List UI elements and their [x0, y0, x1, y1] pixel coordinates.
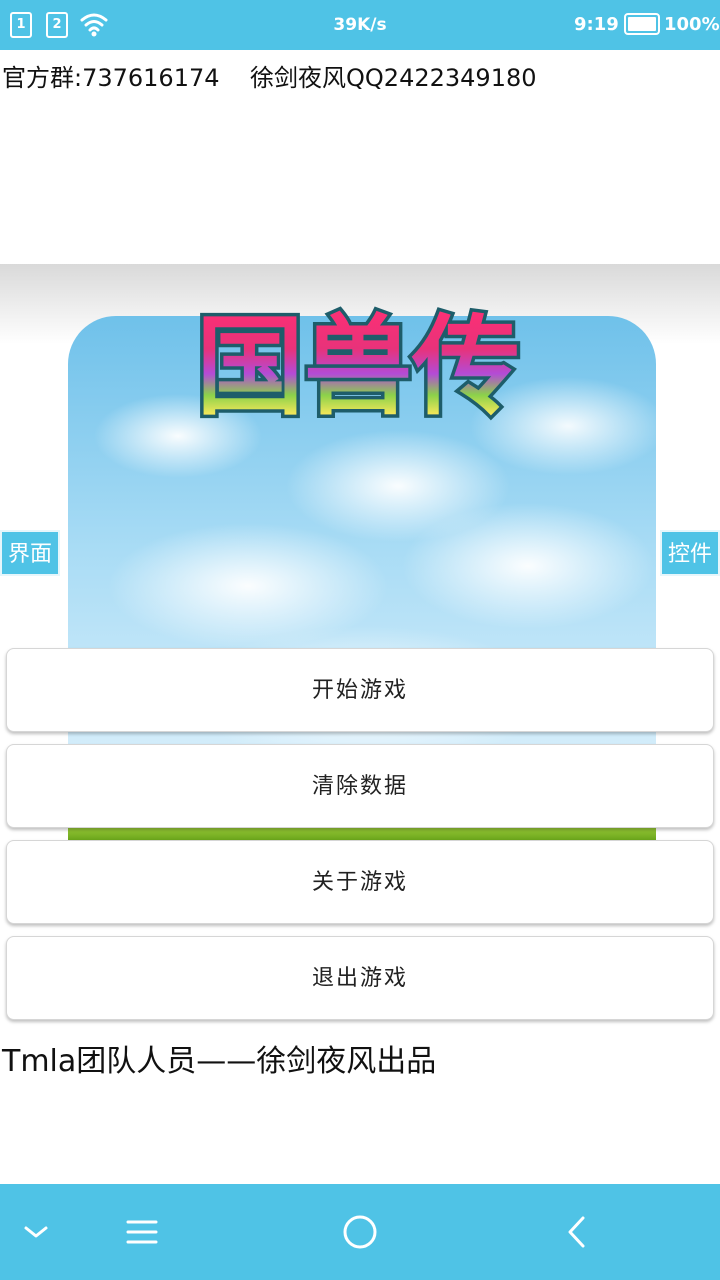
menu-icon[interactable]: [122, 1212, 162, 1252]
contact-info: 官方群:737616174 徐剑夜风QQ2422349180: [2, 64, 537, 92]
chevron-down-icon[interactable]: [16, 1212, 56, 1252]
interface-tab[interactable]: 界面: [0, 530, 61, 576]
clear-data-button[interactable]: 清除数据: [6, 744, 714, 828]
back-icon[interactable]: [558, 1212, 598, 1252]
navigation-bar: [0, 1184, 720, 1280]
credit-text: Tmla团队人员——徐剑夜风出品: [2, 1044, 437, 1079]
game-title-logo: 国兽传: [192, 302, 523, 427]
battery-percent: 100%: [664, 14, 720, 35]
exit-game-button[interactable]: 退出游戏: [6, 936, 714, 1020]
game-title-text: 国兽传: [196, 305, 520, 426]
home-icon[interactable]: [340, 1212, 380, 1252]
battery-icon: [624, 13, 660, 35]
status-bar: 1 2 39K/s 9:19 100%: [0, 0, 720, 50]
start-game-button[interactable]: 开始游戏: [6, 648, 714, 732]
about-game-button[interactable]: 关于游戏: [6, 840, 714, 924]
controls-tab[interactable]: 控件: [659, 530, 720, 576]
clock: 9:19: [574, 14, 619, 35]
